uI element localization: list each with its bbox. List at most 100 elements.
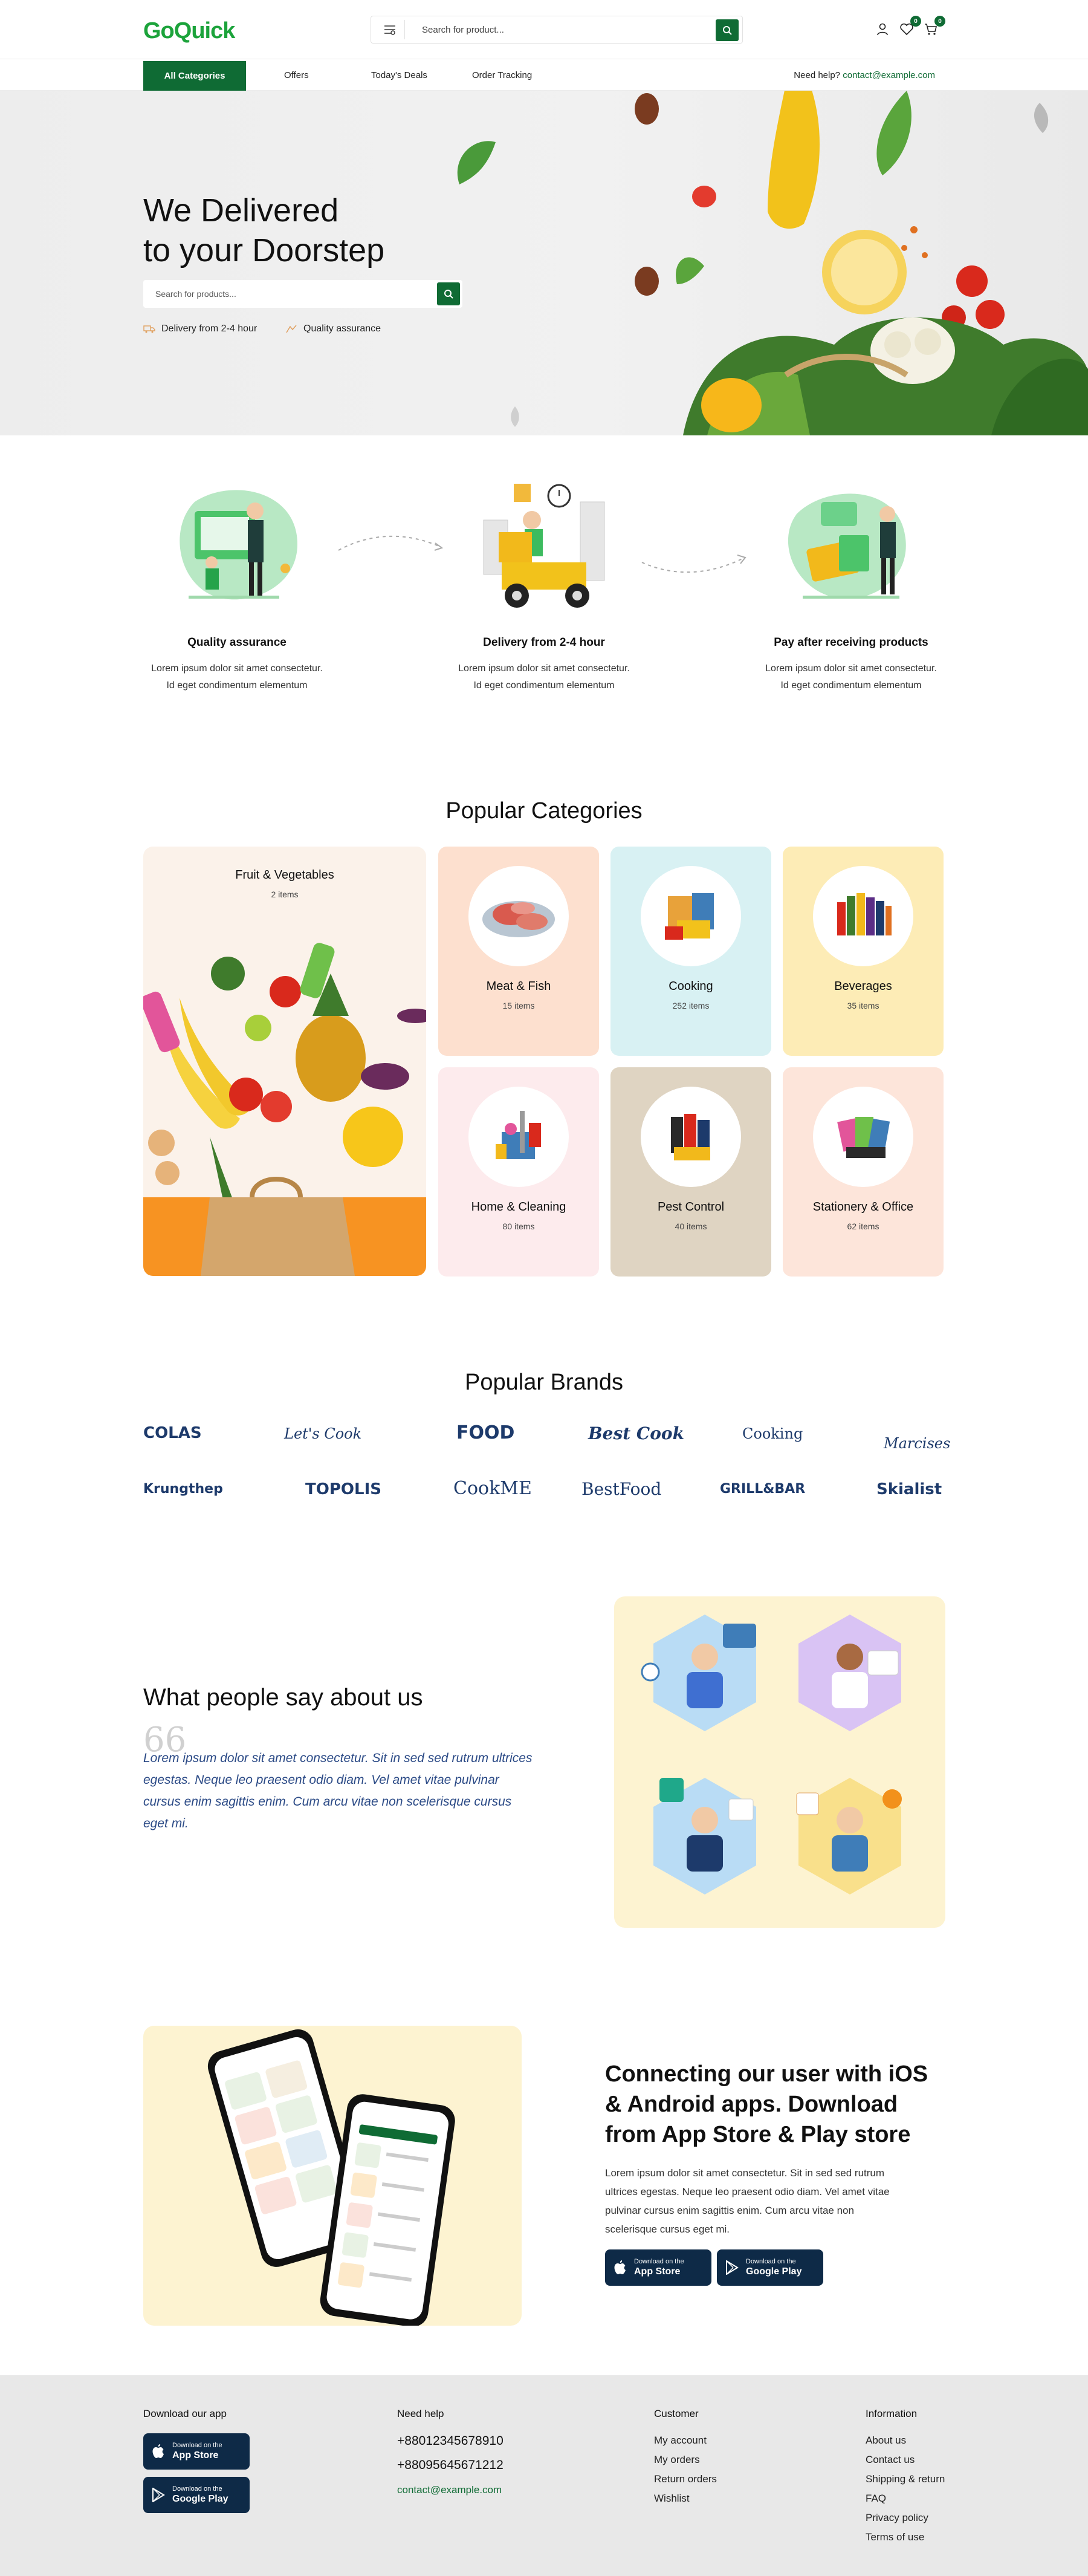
hero-title-line2: to your Doorstep — [143, 232, 385, 268]
footer-google-play-button[interactable]: Download on the Google Play — [143, 2477, 250, 2513]
wishlist-count-badge: 0 — [910, 16, 921, 27]
category-name: Stationery & Office — [812, 1200, 914, 1214]
brand-logo-cookme[interactable]: CookME — [453, 1478, 532, 1499]
footer-google-play-small: Download on the — [172, 2485, 222, 2493]
brand-logo-lets-cook[interactable]: Let's Cook — [284, 1425, 361, 1442]
beverages-image — [813, 866, 913, 966]
step-quality-desc-line1: Lorem ipsum dolor sit amet consectetur. — [151, 663, 323, 674]
wishlist-heart-icon[interactable]: 0 — [898, 16, 921, 37]
dashed-arrow-icon — [338, 535, 444, 551]
step-delivery-desc-line2: Id eget condimentum elementum — [473, 680, 615, 691]
service-steps: Quality assurance Lorem ipsum dolor sit … — [143, 478, 945, 714]
nav-link-order-tracking[interactable]: Order Tracking — [472, 70, 532, 80]
brand-logo-grill-bar[interactable]: GRILL&BAR — [720, 1482, 805, 1497]
step-quality: Quality assurance Lorem ipsum dolor sit … — [143, 478, 331, 694]
hero-search-input[interactable]: Search for products... — [155, 289, 236, 299]
brand-logo-food[interactable]: FOOD — [456, 1422, 514, 1443]
header-search-input[interactable]: Search for product... — [422, 25, 504, 35]
categories-title: Popular Categories — [445, 798, 643, 824]
google-play-button[interactable]: Download on the Google Play — [717, 2249, 823, 2286]
app-section-desc: Lorem ipsum dolor sit amet consectetur. … — [605, 2167, 890, 2235]
category-card-pest-control[interactable]: Pest Control 40 items — [610, 1067, 771, 1277]
footer-link-my-orders[interactable]: My orders — [654, 2454, 700, 2466]
brand-logo-topolis[interactable]: TOPOLIS — [305, 1480, 381, 1498]
main-nav: All Categories Offers Today's Deals Orde… — [0, 59, 1088, 91]
category-card-fruit-vegetables[interactable]: Fruit & Vegetables 2 items — [143, 847, 426, 1276]
footer-phone-1[interactable]: +88012345678910 — [397, 2434, 504, 2448]
footer-link-terms-of-use[interactable]: Terms of use — [866, 2531, 924, 2543]
brand-logo-best-cook[interactable]: Best Cook — [588, 1423, 684, 1443]
step-delivery-desc: Lorem ipsum dolor sit amet consectetur. … — [450, 660, 638, 694]
all-categories-button[interactable]: All Categories — [143, 61, 246, 91]
home-cleaning-image — [468, 1087, 569, 1187]
app-store-big: App Store — [634, 2266, 681, 2277]
testimonial-people-image — [641, 1615, 902, 1895]
category-name: Meat & Fish — [486, 980, 551, 993]
truck-icon — [143, 325, 155, 333]
step-quality-title: Quality assurance — [187, 636, 287, 649]
brand-logo-marcises[interactable]: Marcises — [884, 1435, 950, 1452]
step-payment: Pay after receiving products Lorem ipsum… — [757, 478, 945, 694]
footer-app-store-small: Download on the — [172, 2442, 222, 2449]
dashed-arrow-icon — [641, 555, 746, 573]
footer-link-about-us[interactable]: About us — [866, 2435, 906, 2447]
category-card-meat-fish[interactable]: Meat & Fish 15 items — [438, 847, 599, 1056]
step-payment-desc-line1: Lorem ipsum dolor sit amet consectetur. — [765, 663, 937, 674]
app-store-button[interactable]: Download on the App Store — [605, 2249, 711, 2286]
help-label: Need help? — [794, 70, 841, 80]
nav-help: Need help? contact@example.com — [794, 70, 935, 80]
footer-help-heading: Need help — [397, 2408, 444, 2419]
app-store-small: Download on the — [634, 2258, 684, 2265]
delivery-illustration — [465, 478, 623, 623]
footer-info-heading: Information — [866, 2408, 918, 2419]
brand-logo-krungthep[interactable]: Krungthep — [143, 1482, 223, 1497]
category-count: 80 items — [502, 1221, 535, 1231]
category-count: 62 items — [847, 1221, 879, 1231]
hero-title: We Delivered to your Doorstep — [143, 190, 482, 270]
brand-logo-skialist[interactable]: Skialist — [876, 1480, 942, 1498]
category-card-beverages[interactable]: Beverages 35 items — [783, 847, 944, 1056]
step-delivery: Delivery from 2-4 hour Lorem ipsum dolor… — [450, 478, 638, 694]
category-card-cooking[interactable]: Cooking 252 items — [610, 847, 771, 1056]
pest-control-image — [641, 1087, 741, 1187]
help-email-link[interactable]: contact@example.com — [843, 70, 935, 80]
category-count: 2 items — [271, 890, 299, 899]
hero-title-line1: We Delivered — [143, 192, 339, 229]
search-icon — [723, 26, 732, 35]
footer-link-shipping-return[interactable]: Shipping & return — [866, 2473, 945, 2485]
footer-link-contact-us[interactable]: Contact us — [866, 2454, 915, 2466]
category-count: 15 items — [502, 1001, 535, 1010]
nav-link-todays-deals[interactable]: Today's Deals — [371, 70, 427, 80]
payment-illustration — [772, 478, 930, 623]
footer-link-faq[interactable]: FAQ — [866, 2493, 886, 2505]
category-card-home-cleaning[interactable]: Home & Cleaning 80 items — [438, 1067, 599, 1277]
google-play-big: Google Play — [746, 2266, 802, 2277]
footer-app-store-big: App Store — [172, 2450, 219, 2461]
footer-email-link[interactable]: contact@example.com — [397, 2484, 502, 2496]
testimonial-title: What people say about us — [143, 1684, 423, 1711]
footer-customer-heading: Customer — [654, 2408, 699, 2419]
footer-link-wishlist[interactable]: Wishlist — [654, 2493, 690, 2505]
category-card-stationery-office[interactable]: Stationery & Office 62 items — [783, 1067, 944, 1277]
header-search-button[interactable] — [716, 19, 739, 41]
brand-logo-bestfood[interactable]: BestFood — [581, 1479, 661, 1499]
footer-link-my-account[interactable]: My account — [654, 2435, 707, 2447]
user-icon[interactable] — [874, 21, 891, 37]
footer-link-return-orders[interactable]: Return orders — [654, 2473, 717, 2485]
footer-google-play-big: Google Play — [172, 2494, 228, 2504]
footer-link-privacy-policy[interactable]: Privacy policy — [866, 2512, 928, 2524]
filter-icon[interactable] — [375, 20, 405, 39]
footer-app-store-button[interactable]: Download on the App Store — [143, 2433, 250, 2470]
cart-icon[interactable]: 0 — [922, 16, 945, 37]
brands-title: Popular Brands — [465, 1370, 623, 1395]
brand-logo-colas[interactable]: COLAS — [143, 1424, 202, 1442]
step-quality-desc-line2: Id eget condimentum elementum — [166, 680, 308, 691]
category-name: Cooking — [669, 980, 713, 993]
category-name: Pest Control — [657, 1200, 725, 1214]
nav-link-offers[interactable]: Offers — [284, 70, 309, 80]
site-logo[interactable]: GoQuick — [143, 18, 235, 44]
play-store-icon — [152, 2488, 165, 2502]
brand-logo-cooking[interactable]: Cooking — [742, 1425, 803, 1442]
footer-phone-2[interactable]: +88095645671212 — [397, 2458, 504, 2473]
site-footer: Download our app Download on the App Sto… — [0, 2375, 1088, 2576]
